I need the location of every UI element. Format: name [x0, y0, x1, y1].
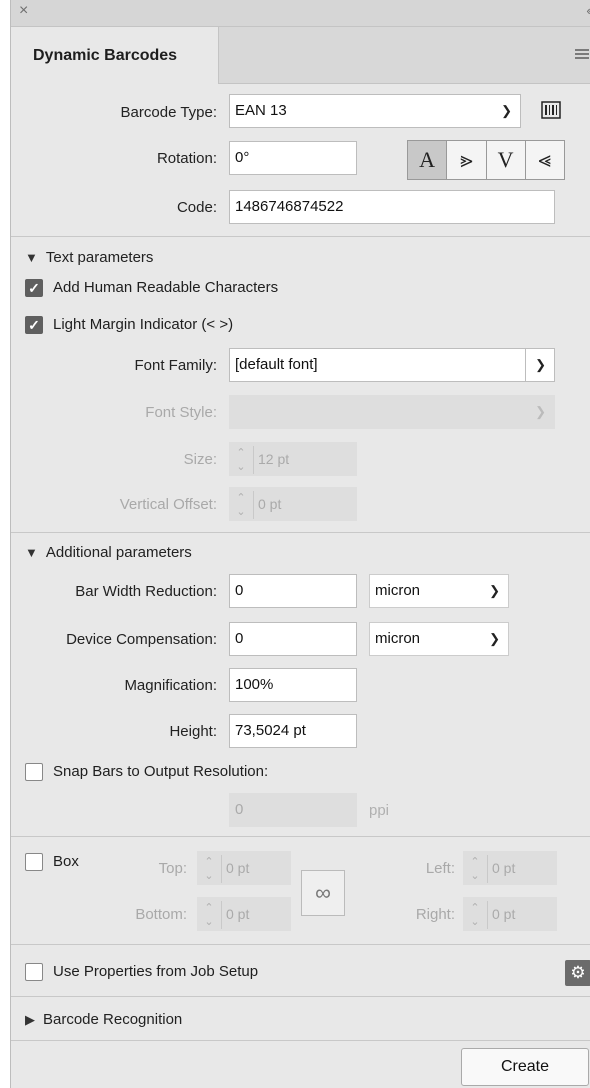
- device-compensation-unit-select[interactable]: micron ❯: [369, 622, 509, 656]
- light-margin-checkbox[interactable]: ✓: [25, 316, 43, 334]
- divider: [11, 996, 590, 997]
- divider: [11, 236, 590, 237]
- dynamic-barcodes-panel: × ‹‹ Dynamic Barcodes Barcode Type: EAN …: [10, 0, 590, 1088]
- triangle-down-icon: ▼: [25, 250, 38, 265]
- font-family-label: Font Family:: [134, 357, 217, 374]
- barcode-preview-icon[interactable]: [541, 100, 561, 120]
- text-parameters-title: Text parameters: [45, 249, 154, 266]
- text-parameters-header[interactable]: ▼ Text parameters: [25, 249, 153, 266]
- rotation-270-button[interactable]: ⪡: [526, 141, 564, 179]
- triangle-right-icon: ▶: [25, 1012, 35, 1027]
- rotation-label: Rotation:: [156, 150, 217, 167]
- stepper-arrows-icon: ⌃ ⌄: [229, 491, 254, 520]
- barcode-recognition-header[interactable]: ▶ Barcode Recognition: [25, 1011, 182, 1028]
- divider: [11, 944, 590, 945]
- additional-parameters-title: Additional parameters: [45, 544, 192, 561]
- gear-icon[interactable]: ⚙: [565, 960, 590, 986]
- height-input[interactable]: 73,5024 pt: [229, 714, 357, 748]
- rotation-180-button[interactable]: V: [487, 141, 526, 179]
- box-top-value: 0 pt: [226, 860, 250, 876]
- add-hrc-checkbox[interactable]: ✓: [25, 279, 43, 297]
- box-right-value: 0 pt: [492, 906, 516, 922]
- snap-bars-checkbox[interactable]: [25, 763, 43, 781]
- bar-width-unit-value: micron: [375, 582, 421, 599]
- font-style-select[interactable]: ❯: [229, 395, 555, 429]
- font-family-select[interactable]: [default font] ❯: [229, 348, 555, 382]
- box-left-value: 0 pt: [492, 860, 516, 876]
- bar-width-reduction-label: Bar Width Reduction:: [75, 583, 217, 600]
- tab-dynamic-barcodes[interactable]: Dynamic Barcodes: [11, 27, 219, 84]
- font-style-label: Font Style:: [145, 404, 217, 421]
- size-stepper[interactable]: ⌃ ⌄12 pt: [229, 442, 357, 476]
- rotation-button-group: A ⪢ V ⪡: [407, 140, 565, 180]
- light-margin-label: Light Margin Indicator (< >): [53, 316, 234, 333]
- box-bottom-label: Bottom:: [135, 906, 187, 923]
- chevron-down-icon: ❯: [489, 583, 500, 598]
- box-top-label: Top:: [158, 860, 187, 877]
- link-icon[interactable]: ∞: [301, 870, 345, 916]
- chevron-down-icon: ❯: [535, 357, 546, 372]
- job-setup-label: Use Properties from Job Setup: [53, 963, 259, 980]
- triangle-down-icon: ▼: [25, 545, 38, 560]
- rotation-0-button[interactable]: A: [408, 141, 448, 179]
- divider: [11, 532, 590, 533]
- add-hrc-label: Add Human Readable Characters: [53, 279, 279, 296]
- stepper-arrows-icon: ⌃ ⌄: [197, 901, 222, 930]
- snap-bars-label: Snap Bars to Output Resolution:: [53, 763, 269, 780]
- size-label: Size:: [183, 451, 217, 468]
- ppi-unit-label: ppi: [369, 802, 390, 819]
- barcode-type-select[interactable]: EAN 13 ❯: [229, 94, 521, 128]
- barcode-recognition-title: Barcode Recognition: [43, 1011, 183, 1028]
- box-top-stepper[interactable]: ⌃ ⌄0 pt: [197, 851, 291, 885]
- job-setup-checkbox[interactable]: [25, 963, 43, 981]
- barcode-type-label: Barcode Type:: [120, 104, 217, 121]
- device-compensation-label: Device Compensation:: [66, 631, 217, 648]
- device-compensation-input[interactable]: 0: [229, 622, 357, 656]
- panel-title-bar: × ‹‹: [11, 0, 590, 27]
- rotation-90-button[interactable]: ⪢: [447, 141, 487, 179]
- magnification-label: Magnification:: [124, 677, 217, 694]
- stepper-arrows-icon: ⌃ ⌄: [463, 855, 488, 884]
- bar-width-unit-select[interactable]: micron ❯: [369, 574, 509, 608]
- height-label: Height:: [169, 723, 217, 740]
- chevron-down-icon: ❯: [489, 631, 500, 646]
- chevron-down-icon: ❯: [501, 103, 512, 118]
- vertical-offset-label: Vertical Offset:: [119, 496, 217, 513]
- font-family-value: [default font]: [235, 356, 318, 373]
- close-icon[interactable]: ×: [19, 2, 28, 20]
- size-value: 12 pt: [258, 451, 290, 467]
- collapse-panel-icon[interactable]: ‹‹: [586, 3, 590, 18]
- rotation-input[interactable]: 0°: [229, 141, 357, 175]
- additional-parameters-header[interactable]: ▼ Additional parameters: [25, 544, 192, 561]
- snap-resolution-input[interactable]: 0: [229, 793, 357, 827]
- device-compensation-unit-value: micron: [375, 630, 421, 647]
- tab-bar: Dynamic Barcodes: [11, 27, 590, 84]
- stepper-arrows-icon: ⌃ ⌄: [463, 901, 488, 930]
- bar-width-reduction-input[interactable]: 0: [229, 574, 357, 608]
- box-bottom-stepper[interactable]: ⌃ ⌄0 pt: [197, 897, 291, 931]
- divider: [11, 1040, 590, 1041]
- code-input[interactable]: 1486746874522: [229, 190, 555, 224]
- stepper-arrows-icon: ⌃ ⌄: [229, 446, 254, 475]
- barcode-type-value: EAN 13: [235, 102, 287, 119]
- create-button[interactable]: Create: [461, 1048, 589, 1086]
- box-label: Box: [53, 853, 79, 870]
- box-left-stepper[interactable]: ⌃ ⌄0 pt: [463, 851, 557, 885]
- chevron-down-icon: ❯: [535, 404, 546, 419]
- box-checkbox[interactable]: [25, 853, 43, 871]
- stepper-arrows-icon: ⌃ ⌄: [197, 855, 222, 884]
- box-right-stepper[interactable]: ⌃ ⌄0 pt: [463, 897, 557, 931]
- vertical-offset-stepper[interactable]: ⌃ ⌄0 pt: [229, 487, 357, 521]
- divider: [11, 836, 590, 837]
- code-label: Code:: [176, 199, 217, 216]
- box-left-label: Left:: [425, 860, 455, 877]
- box-right-label: Right:: [415, 906, 455, 923]
- magnification-input[interactable]: 100%: [229, 668, 357, 702]
- vertical-offset-value: 0 pt: [258, 496, 282, 512]
- panel-menu-icon[interactable]: [575, 49, 589, 61]
- divider: [525, 349, 526, 381]
- box-bottom-value: 0 pt: [226, 906, 250, 922]
